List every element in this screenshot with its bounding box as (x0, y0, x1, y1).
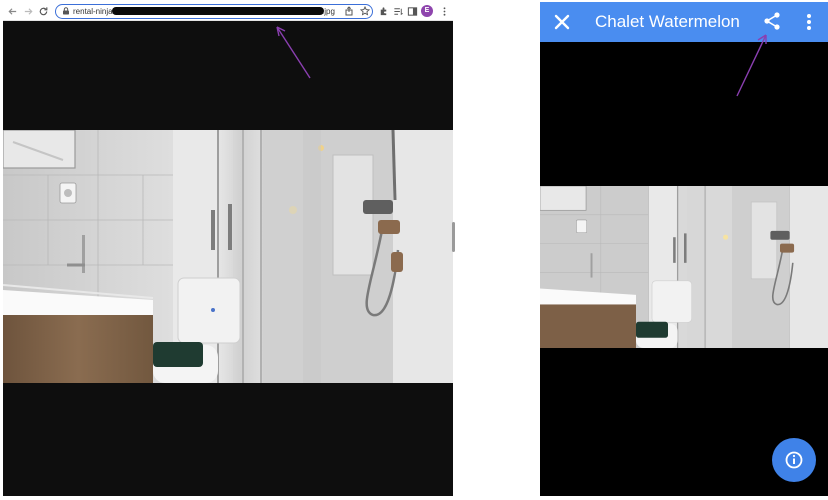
extensions-icon[interactable] (376, 4, 390, 18)
more-vert-icon[interactable] (802, 12, 816, 32)
address-bar[interactable]: rental-ninja- .jpg (55, 4, 373, 19)
star-icon[interactable] (360, 6, 370, 16)
browser-toolbar: rental-ninja- .jpg E (3, 2, 453, 21)
photo-viewer: Chalet Watermelon (540, 2, 828, 496)
close-icon[interactable] (552, 12, 572, 32)
reload-icon[interactable] (36, 4, 50, 18)
bathroom-illustration (3, 130, 453, 383)
more-icon[interactable] (437, 4, 451, 18)
bathroom-illustration-small (540, 186, 828, 348)
share-icon[interactable] (344, 6, 354, 16)
split-view-divider[interactable] (452, 222, 455, 252)
bathroom-photo-large (3, 130, 453, 383)
url-suffix-text: .jpg (322, 7, 335, 16)
lock-icon[interactable] (62, 7, 70, 15)
share-icon[interactable] (762, 11, 782, 31)
url-prefix-text: rental-ninja- (73, 7, 116, 16)
screenshot-root: rental-ninja- .jpg E Chalet Watermelon (0, 0, 828, 500)
viewer-app-bar: Chalet Watermelon (540, 2, 828, 42)
profile-avatar[interactable]: E (421, 5, 433, 17)
back-icon[interactable] (5, 4, 19, 18)
viewer-title: Chalet Watermelon (595, 12, 740, 31)
side-panel-icon[interactable] (405, 4, 419, 18)
info-button[interactable] (772, 438, 816, 482)
bathroom-photo-small[interactable] (540, 186, 828, 348)
redaction-bar (112, 7, 324, 15)
forward-icon[interactable] (21, 4, 35, 18)
info-icon (785, 451, 803, 469)
reading-list-icon[interactable] (391, 4, 405, 18)
browser-window: rental-ninja- .jpg E (3, 2, 453, 496)
